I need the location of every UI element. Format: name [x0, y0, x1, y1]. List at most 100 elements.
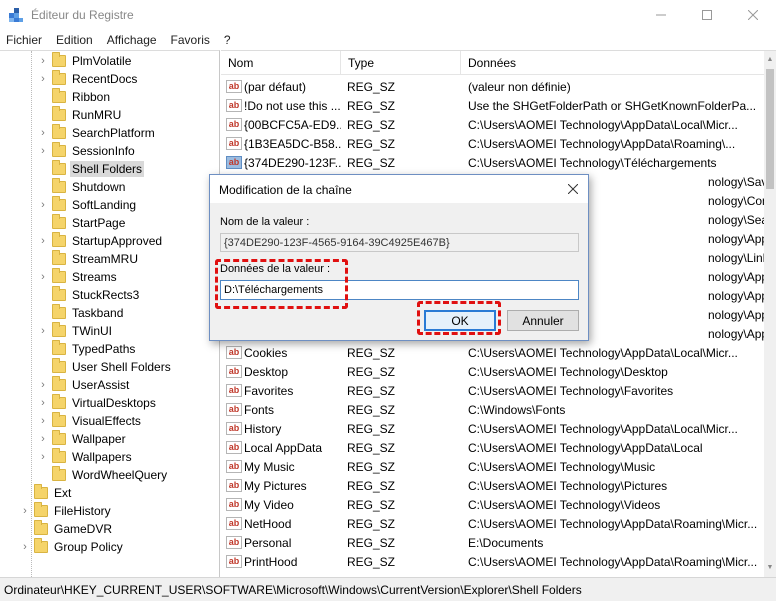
chevron-right-icon[interactable]: › — [36, 127, 50, 139]
column-header-name[interactable]: Nom — [221, 51, 341, 75]
maximize-button[interactable] — [684, 0, 730, 30]
tree-item[interactable]: › RecentDocs — [36, 70, 139, 88]
folder-icon — [52, 160, 66, 175]
scroll-down-icon[interactable]: ▼ — [764, 561, 776, 575]
chevron-right-icon[interactable]: › — [36, 199, 50, 211]
tree-item[interactable]: StartPage — [36, 214, 127, 232]
tree-item-label: Streams — [72, 270, 117, 284]
chevron-right-icon[interactable]: › — [36, 145, 50, 157]
chevron-right-icon[interactable]: › — [36, 271, 50, 283]
tree-item[interactable]: › PlmVolatile — [36, 52, 133, 70]
chevron-right-icon[interactable]: › — [36, 55, 50, 67]
value-data: C:\Users\AOMEI Technology\Music — [468, 459, 656, 474]
folder-icon — [34, 484, 48, 499]
value-data-input[interactable] — [220, 280, 579, 300]
chevron-right-icon[interactable]: › — [36, 451, 50, 463]
close-button[interactable] — [730, 0, 776, 30]
chevron-right-icon[interactable]: › — [18, 505, 32, 517]
menu-favoris[interactable]: Favoris — [171, 33, 210, 47]
tree-item[interactable]: Taskband — [36, 304, 125, 322]
value-name-cell: ab Favorites — [221, 384, 341, 398]
list-row[interactable]: ab !Do not use this ... REG_SZ Use the SHGe… — [221, 96, 764, 115]
value-name: PrintHood — [244, 554, 298, 569]
chevron-right-icon[interactable]: › — [36, 397, 50, 409]
minimize-button[interactable] — [638, 0, 684, 30]
value-data: C:\Users\AOMEI Technology\Téléchargement… — [468, 155, 717, 170]
list-row[interactable]: ab My Pictures REG_SZ C:\Users\AOMEI Techno… — [221, 476, 764, 495]
tree-item[interactable]: › SoftLanding — [36, 196, 138, 214]
chevron-right-icon[interactable]: › — [18, 541, 32, 553]
value-type: REG_SZ — [347, 554, 396, 569]
scroll-thumb[interactable] — [766, 69, 774, 189]
tree-item[interactable]: TypedPaths — [36, 340, 137, 358]
tree-item[interactable]: › TWinUI — [36, 322, 114, 340]
tree-item[interactable]: User Shell Folders — [36, 358, 173, 376]
tree-item[interactable]: › Group Policy — [18, 538, 125, 556]
tree-item[interactable]: Ribbon — [36, 88, 112, 106]
list-row[interactable]: ab (par défaut) REG_SZ (valeur non définie) — [221, 77, 764, 96]
string-value-icon: ab — [226, 384, 242, 397]
tree-item[interactable]: › VirtualDesktops — [36, 394, 158, 412]
chevron-right-icon[interactable]: › — [36, 73, 50, 85]
tree-item[interactable]: Shutdown — [36, 178, 127, 196]
value-data: C:\Users\AOMEI Technology\AppData\Local\… — [468, 117, 738, 132]
vertical-scrollbar[interactable]: ▲ ▼ — [764, 50, 776, 577]
chevron-right-icon[interactable]: › — [36, 433, 50, 445]
tree-item[interactable]: › SearchPlatform — [36, 124, 157, 142]
tree-item[interactable]: GameDVR — [18, 520, 114, 538]
list-row[interactable]: ab {374DE290-123F... REG_SZ C:\Users\AOMEI … — [221, 153, 764, 172]
tree-item[interactable]: › Wallpapers — [36, 448, 134, 466]
tree-item[interactable]: › Wallpaper — [36, 430, 128, 448]
tree-item[interactable]: › UserAssist — [36, 376, 131, 394]
menu-affichage[interactable]: Affichage — [107, 33, 157, 47]
value-type: REG_SZ — [347, 383, 396, 398]
tree-item[interactable]: StuckRects3 — [36, 286, 141, 304]
chevron-right-icon[interactable]: › — [36, 325, 50, 337]
value-name-cell: ab {374DE290-123F... — [221, 156, 341, 170]
list-row[interactable]: ab {1B3EA5DC-B58... REG_SZ C:\Users\AOMEI T… — [221, 134, 764, 153]
tree-item[interactable]: › StartupApproved — [36, 232, 164, 250]
scroll-up-icon[interactable]: ▲ — [764, 53, 776, 67]
value-name: {00BCFC5A-ED9... — [244, 117, 341, 132]
menu-fichier[interactable]: Fichier — [6, 33, 42, 47]
tree-item[interactable]: Shell Folders — [36, 160, 145, 178]
list-row[interactable]: ab Fonts REG_SZ C:\Windows\Fonts — [221, 400, 764, 419]
tree-item[interactable]: › FileHistory — [18, 502, 113, 520]
ok-button[interactable]: OK — [424, 310, 496, 331]
folder-icon — [34, 538, 48, 553]
tree-item[interactable]: › VisualEffects — [36, 412, 143, 430]
list-row[interactable]: ab Local AppData REG_SZ C:\Users\AOMEI Tech… — [221, 438, 764, 457]
chevron-right-icon[interactable]: › — [36, 415, 50, 427]
cancel-button[interactable]: Annuler — [507, 310, 579, 331]
menu-help[interactable]: ? — [224, 33, 231, 47]
list-row[interactable]: ab Desktop REG_SZ C:\Users\AOMEI Technology… — [221, 362, 764, 381]
tree-item[interactable]: Ext — [18, 484, 73, 502]
list-row[interactable]: ab PrintHood REG_SZ C:\Users\AOMEI Technolo… — [221, 552, 764, 571]
menu-edition[interactable]: Edition — [56, 33, 93, 47]
list-row[interactable]: ab My Music REG_SZ C:\Users\AOMEI Technolog… — [221, 457, 764, 476]
chevron-right-icon[interactable]: › — [36, 235, 50, 247]
value-name: Personal — [244, 535, 292, 550]
list-row[interactable]: ab Cookies REG_SZ C:\Users\AOMEI Technology… — [221, 343, 764, 362]
list-row[interactable]: ab {00BCFC5A-ED9... REG_SZ C:\Users\AOMEI T… — [221, 115, 764, 134]
tree-item[interactable]: WordWheelQuery — [36, 466, 169, 484]
dialog-close-button[interactable] — [560, 178, 586, 200]
list-row[interactable]: ab History REG_SZ C:\Users\AOMEI Technology… — [221, 419, 764, 438]
value-data: E:\Documents — [468, 535, 544, 550]
column-header-type[interactable]: Type — [341, 51, 461, 75]
tree-item[interactable]: › Streams — [36, 268, 119, 286]
tree-item-label: StartPage — [72, 216, 126, 230]
tree-item[interactable]: › SessionInfo — [36, 142, 137, 160]
list-row[interactable]: ab Favorites REG_SZ C:\Users\AOMEI Technolo… — [221, 381, 764, 400]
tree-item[interactable]: RunMRU — [36, 106, 123, 124]
list-row[interactable]: ab Personal REG_SZ E:\Documents — [221, 533, 764, 552]
tree-item-label: RunMRU — [72, 108, 122, 122]
list-row[interactable]: ab My Video REG_SZ C:\Users\AOMEI Technolog… — [221, 495, 764, 514]
chevron-right-icon[interactable]: › — [36, 379, 50, 391]
list-row[interactable]: ab NetHood REG_SZ C:\Users\AOMEI Technology… — [221, 514, 764, 533]
value-name-cell: ab Local AppData — [221, 441, 341, 455]
column-header-data[interactable]: Données — [461, 51, 764, 75]
value-data: C:\Users\AOMEI Technology\AppData\Roamin… — [468, 554, 758, 569]
tree-item[interactable]: StreamMRU — [36, 250, 140, 268]
registry-tree[interactable]: › PlmVolatile › RecentDocs Ribbon RunMRU › Sear… — [0, 50, 220, 577]
